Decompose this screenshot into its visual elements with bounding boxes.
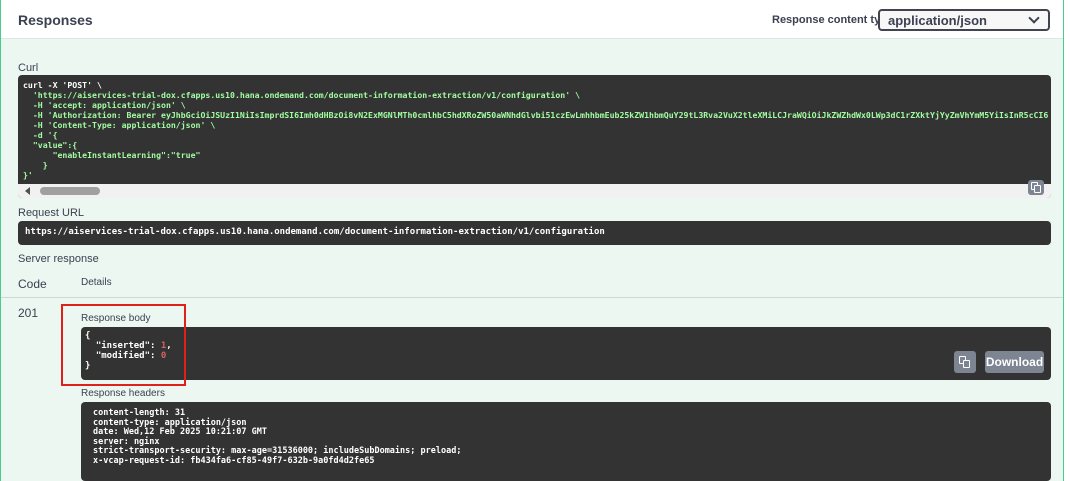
download-button[interactable]: Download: [985, 351, 1044, 373]
responses-title: Responses: [18, 12, 93, 28]
responses-header: Responses Response content type applicat…: [1, 0, 1063, 39]
curl-line: -H 'accept: application/json' \: [23, 100, 186, 110]
scrollbar-thumb[interactable]: [40, 187, 100, 195]
server-response-label: Server response: [18, 253, 99, 265]
header-line: x-vcap-request-id: fb434fa6-cf85-49f7-63…: [93, 455, 375, 466]
curl-label: Curl: [18, 62, 39, 74]
content-type-select[interactable]: application/json: [878, 9, 1050, 31]
request-url-label: Request URL: [18, 207, 85, 219]
curl-line: }': [23, 170, 33, 180]
header-line: date: Wed,12 Feb 2025 10:21:07 GMT: [93, 427, 267, 438]
response-body-block[interactable]: { "inserted": 1, "modified": 0 }: [81, 327, 1051, 380]
code-column-header: Code: [18, 277, 47, 291]
header-line: strict-transport-security: max-age=31536…: [93, 446, 462, 457]
curl-line: "enableInstantLearning":"true": [23, 150, 201, 160]
scroll-left-arrow-icon[interactable]: [25, 187, 30, 195]
content-type-value: application/json: [888, 13, 987, 28]
curl-line: }: [23, 160, 48, 170]
header-line: content-length: 31: [93, 408, 186, 418]
response-headers-block[interactable]: content-length: 31 content-type: applica…: [81, 402, 1051, 481]
copy-response-button[interactable]: [954, 351, 976, 373]
content-type-label: Response content type: [772, 14, 894, 26]
curl-line: -d '{: [23, 130, 58, 140]
response-code: 201: [18, 306, 39, 320]
curl-horizontal-scrollbar[interactable]: [18, 184, 1051, 198]
response-headers-label: Response headers: [81, 388, 165, 399]
curl-code-block[interactable]: curl -X 'POST' \ 'https://aiservices-tri…: [18, 75, 1051, 198]
curl-line: "value":{: [23, 140, 78, 150]
header-line: content-type: application/json: [93, 417, 247, 428]
curl-line: 'https://aiservices-trial-dox.cfapps.us1…: [23, 90, 581, 100]
copy-icon-front: [963, 360, 970, 368]
chevron-down-icon: [1028, 12, 1040, 24]
copy-icon-front: [1034, 185, 1041, 193]
request-url-value[interactable]: https://aiservices-trial-dox.cfapps.us10…: [18, 221, 1051, 245]
responses-panel: Responses Response content type applicat…: [0, 0, 1064, 481]
details-column-header: Details: [81, 277, 112, 288]
copy-curl-button[interactable]: [1028, 180, 1044, 195]
divider: [1, 297, 1063, 298]
highlight-box: [61, 304, 186, 386]
curl-line: -H 'Content-Type: application/json' \: [23, 120, 216, 130]
curl-line: -H 'Authorization: Bearer eyJhbGciOiJSUz…: [23, 110, 1049, 120]
curl-line: curl -X 'POST' \: [23, 80, 102, 90]
